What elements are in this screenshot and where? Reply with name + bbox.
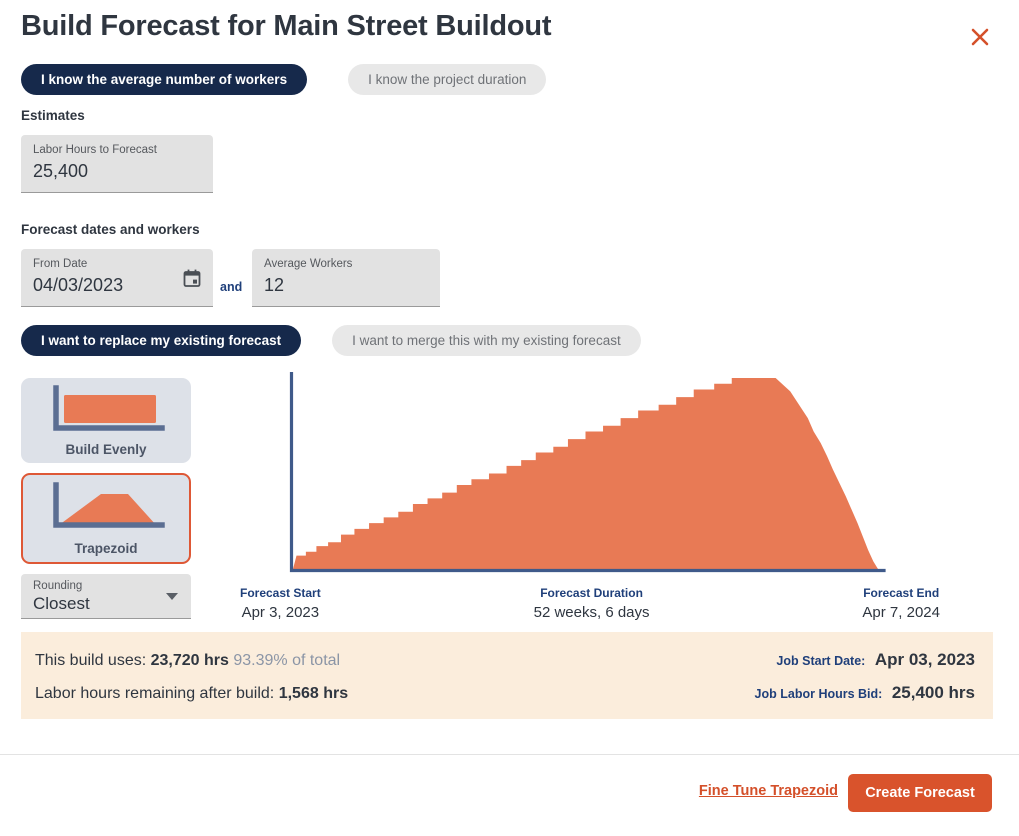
- remaining-label: Labor hours remaining after build:: [35, 685, 275, 702]
- pill-gap: [307, 64, 348, 95]
- shape-card-build-evenly[interactable]: Build Evenly: [21, 378, 191, 463]
- stat-forecast-duration: Forecast Duration 52 weeks, 6 days: [534, 585, 650, 624]
- and-connector: and: [220, 280, 243, 294]
- stat-label: Forecast End: [863, 586, 940, 600]
- page-title: Build Forecast for Main Street Buildout: [21, 10, 552, 42]
- rounding-value: Closest: [33, 594, 90, 613]
- stat-value: 52 weeks, 6 days: [533, 604, 650, 621]
- build-forecast-modal: Build Forecast for Main Street Buildout …: [0, 0, 1019, 836]
- tab-merge-forecast[interactable]: I want to merge this with my existing fo…: [332, 325, 641, 356]
- average-workers-value: 12: [264, 275, 285, 295]
- chart-stats-row: Forecast Start Apr 3, 2023 Forecast Dura…: [240, 585, 940, 624]
- estimates-section-label: Estimates: [21, 108, 85, 123]
- average-workers-label: Average Workers: [264, 258, 353, 270]
- job-start-date: Job Start Date: Apr 03, 2023: [776, 644, 975, 677]
- mode-tab-group: I know the average number of workers I k…: [21, 64, 547, 95]
- stat-forecast-end: Forecast End Apr 7, 2024: [862, 585, 940, 624]
- shape-card-label: Trapezoid: [74, 541, 138, 556]
- stat-label: Forecast Start: [240, 586, 321, 600]
- chevron-down-icon[interactable]: [166, 593, 178, 600]
- merge-tab-group: I want to replace my existing forecast I…: [21, 325, 641, 356]
- job-bid-value: 25,400 hrs: [891, 683, 975, 702]
- summary-banner: This build uses: 23,720 hrs 93.39% of to…: [21, 632, 993, 719]
- remaining-value: 1,568 hrs: [278, 685, 349, 702]
- stat-forecast-start: Forecast Start Apr 3, 2023: [240, 585, 321, 624]
- even-build-chart-icon: [44, 384, 168, 439]
- labor-hours-field[interactable]: Labor Hours to Forecast 25,400: [21, 135, 213, 193]
- summary-row-remaining: Labor hours remaining after build: 1,568…: [35, 677, 975, 710]
- job-labor-hours-bid: Job Labor Hours Bid: 25,400 hrs: [755, 677, 975, 710]
- footer-divider: [0, 754, 1019, 755]
- build-uses-label: This build uses:: [35, 652, 147, 669]
- job-start-label: Job Start Date:: [776, 654, 866, 668]
- tab-replace-forecast[interactable]: I want to replace my existing forecast: [21, 325, 302, 356]
- labor-hours-label: Labor Hours to Forecast: [33, 144, 158, 156]
- build-uses-percent: 93.39% of total: [233, 652, 341, 669]
- job-bid-label: Job Labor Hours Bid:: [754, 687, 883, 701]
- calendar-icon[interactable]: [182, 268, 202, 288]
- shape-card-trapezoid[interactable]: Trapezoid: [21, 473, 191, 564]
- rounding-label: Rounding: [33, 580, 83, 592]
- stat-label: Forecast Duration: [540, 586, 643, 600]
- stat-value: Apr 7, 2024: [862, 604, 940, 621]
- remaining-text: Labor hours remaining after build: 1,568…: [35, 678, 348, 709]
- tab-average-workers[interactable]: I know the average number of workers: [21, 64, 308, 95]
- build-uses-text: This build uses: 23,720 hrs 93.39% of to…: [35, 645, 340, 676]
- job-start-value: Apr 03, 2023: [874, 650, 975, 669]
- trapezoid-chart-icon: [44, 481, 168, 538]
- average-workers-field[interactable]: Average Workers 12: [252, 249, 440, 307]
- build-uses-value: 23,720 hrs: [150, 652, 229, 669]
- from-date-field[interactable]: From Date 04/03/2023: [21, 249, 213, 307]
- from-date-label: From Date: [33, 258, 88, 270]
- from-date-value: 04/03/2023: [33, 275, 124, 295]
- labor-hours-value: 25,400: [33, 161, 89, 181]
- fine-tune-trapezoid-link[interactable]: Fine Tune Trapezoid: [699, 783, 838, 799]
- tab-project-duration[interactable]: I know the project duration: [348, 64, 547, 95]
- shape-card-label: Build Evenly: [65, 442, 147, 457]
- create-forecast-button[interactable]: Create Forecast: [848, 774, 992, 812]
- summary-row-build-uses: This build uses: 23,720 hrs 93.39% of to…: [35, 644, 975, 677]
- rounding-select[interactable]: Rounding Closest: [21, 574, 191, 619]
- forecast-chart: [288, 372, 888, 574]
- stat-value: Apr 3, 2023: [241, 604, 320, 621]
- close-icon[interactable]: [967, 24, 993, 50]
- pill-gap: [301, 325, 332, 356]
- forecast-section-label: Forecast dates and workers: [21, 222, 200, 237]
